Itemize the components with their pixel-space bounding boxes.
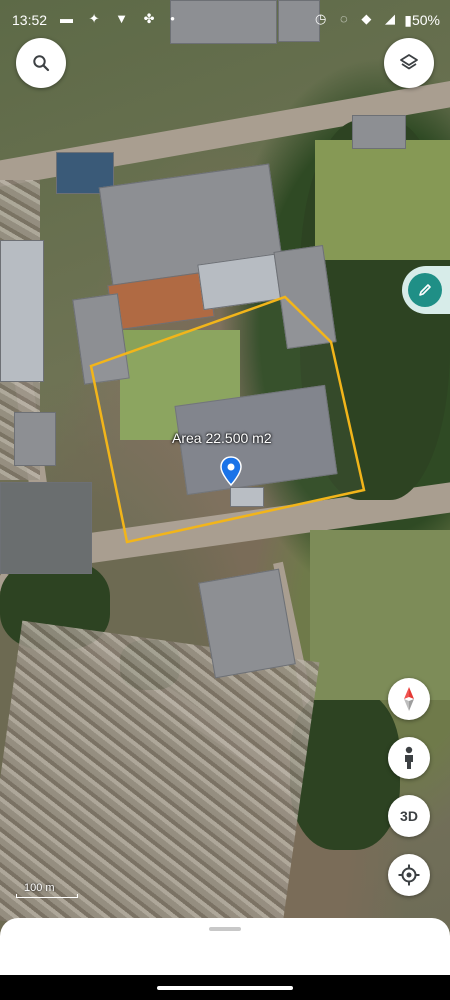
- system-nav-bar: [0, 975, 450, 1000]
- wifi-icon: ◆: [361, 11, 377, 26]
- search-icon: [33, 55, 50, 72]
- sheet-drag-handle[interactable]: [209, 927, 241, 931]
- layers-button[interactable]: [384, 38, 434, 88]
- alarm-icon: ◷: [315, 11, 332, 26]
- home-gesture-bar[interactable]: [157, 986, 293, 990]
- location-pin-icon[interactable]: [220, 456, 242, 486]
- vpn-icon: ▼: [115, 11, 135, 26]
- scale-line: [16, 894, 78, 898]
- notification-icons: ▬ ✦ ▼ ✤ •: [60, 11, 181, 27]
- mute-icon: ◌: [340, 11, 353, 26]
- area-label: Area 22.500 m2: [172, 430, 272, 446]
- scale-bar: 100 m: [16, 882, 78, 898]
- pen-icon: [408, 273, 442, 307]
- boundary-polygon: [89, 295, 366, 544]
- measure-tool-button[interactable]: [402, 266, 450, 314]
- bottom-sheet[interactable]: [0, 918, 450, 975]
- my-location-icon: [398, 864, 420, 886]
- my-location-button[interactable]: [388, 854, 430, 896]
- compass-button[interactable]: [388, 678, 430, 720]
- satellite-map[interactable]: Area 22.500 m2: [0, 0, 450, 975]
- tinder-icon: ✦: [88, 11, 106, 26]
- battery-level: ▮50%: [404, 12, 440, 28]
- status-time: 13:52: [12, 12, 48, 28]
- compass-icon: [404, 687, 414, 711]
- dot-icon: •: [170, 11, 181, 26]
- system-icons: ◷ ◌ ◆ ◢: [315, 11, 400, 27]
- street-view-button[interactable]: [388, 737, 430, 779]
- 3d-button[interactable]: 3D: [388, 795, 430, 837]
- search-button[interactable]: [16, 38, 66, 88]
- 3d-label: 3D: [400, 808, 418, 824]
- layers-icon: [400, 54, 418, 70]
- status-bar: 13:52 ▬ ✦ ▼ ✤ • ◷ ◌ ◆ ◢ ▮50%: [0, 0, 450, 40]
- fan-icon: ✤: [143, 11, 161, 26]
- message-icon: ▬: [60, 11, 79, 26]
- signal-icon: ◢: [385, 11, 400, 26]
- pegman-icon: [405, 746, 413, 769]
- scale-label: 100 m: [24, 882, 55, 894]
- property-boundary: [89, 295, 366, 544]
